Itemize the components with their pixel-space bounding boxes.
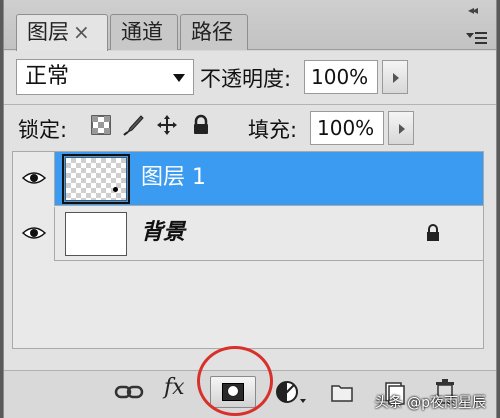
layer-name[interactable]: 图层 1 bbox=[141, 152, 206, 204]
eye-icon bbox=[22, 172, 46, 184]
chevron-down-icon bbox=[173, 74, 185, 82]
fill-label: 填充: bbox=[248, 118, 298, 142]
panel-tab-strip: ◂◂ 图层 × 通道 路径 bbox=[4, 0, 496, 51]
lock-label: 锁定: bbox=[18, 118, 68, 142]
tab-paths[interactable]: 路径 bbox=[180, 14, 248, 50]
layers-panel: ◂◂ 图层 × 通道 路径 正常 不透明度: 100% 锁定: 填充: 100%… bbox=[3, 0, 497, 418]
layer-row[interactable]: 背景 bbox=[13, 207, 483, 261]
visibility-toggle[interactable] bbox=[13, 207, 55, 261]
blend-mode-select[interactable]: 正常 bbox=[16, 59, 194, 95]
fill-slider-button[interactable] bbox=[388, 111, 414, 145]
lock-image-pixels-icon[interactable] bbox=[122, 114, 144, 136]
tab-layers[interactable]: 图层 × bbox=[16, 14, 108, 51]
link-layers-icon[interactable] bbox=[114, 377, 144, 407]
opacity-label: 不透明度: bbox=[200, 67, 292, 91]
blend-mode-value: 正常 bbox=[25, 64, 70, 89]
collapse-icon[interactable]: ◂◂ bbox=[468, 3, 478, 17]
menu-arrow-icon bbox=[466, 33, 474, 38]
fx-icon[interactable]: fx bbox=[164, 375, 185, 405]
fill-field[interactable]: 100% bbox=[310, 111, 384, 145]
arrow-right-icon bbox=[399, 124, 405, 134]
layer-thumbnail[interactable] bbox=[65, 212, 127, 256]
adjustment-layer-icon[interactable] bbox=[274, 377, 308, 407]
visibility-toggle[interactable] bbox=[13, 152, 55, 206]
layer-thumbnail[interactable] bbox=[62, 154, 130, 204]
lock-position-icon[interactable] bbox=[156, 114, 178, 136]
eye-icon bbox=[22, 227, 46, 239]
tab-channels[interactable]: 通道 bbox=[110, 14, 178, 50]
panel-menu-icon[interactable] bbox=[466, 30, 488, 46]
watermark: 头条 @p夜雨星辰 bbox=[374, 395, 486, 411]
divider bbox=[4, 104, 496, 105]
opacity-field[interactable]: 100% bbox=[304, 60, 378, 94]
layers-list: 图层 1 背景 bbox=[12, 151, 484, 349]
highlight-circle bbox=[197, 346, 273, 416]
close-icon[interactable]: × bbox=[73, 20, 90, 44]
lock-transparent-pixels-icon[interactable] bbox=[90, 114, 112, 136]
layer-name[interactable]: 背景 bbox=[141, 207, 185, 259]
tab-channels-label: 通道 bbox=[121, 20, 163, 44]
arrow-right-icon bbox=[393, 73, 399, 83]
opacity-slider-button[interactable] bbox=[382, 60, 408, 94]
new-group-icon[interactable] bbox=[330, 377, 354, 407]
layer-row[interactable]: 图层 1 bbox=[13, 152, 483, 206]
lock-icon bbox=[427, 224, 439, 241]
tab-layers-label: 图层 bbox=[27, 20, 69, 44]
lock-all-icon[interactable] bbox=[190, 114, 212, 136]
tab-paths-label: 路径 bbox=[191, 20, 233, 44]
